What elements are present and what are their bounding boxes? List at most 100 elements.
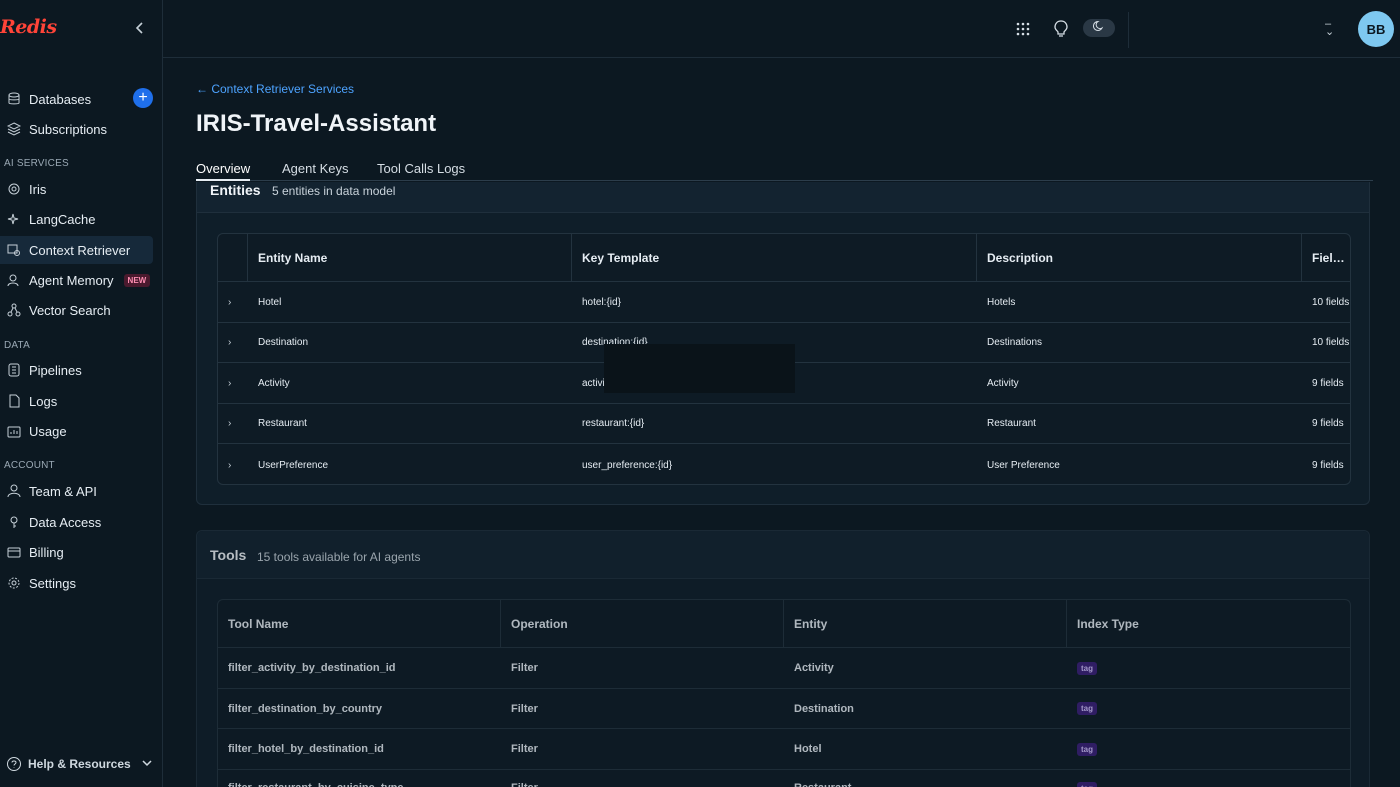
column-header-key-template[interactable]: Key Template	[572, 234, 977, 281]
operation-cell: Filter	[511, 743, 538, 755]
collapse-sidebar-icon[interactable]	[132, 18, 148, 38]
fields-cell: 9 fields	[1312, 459, 1344, 471]
tools-title: Tools	[210, 547, 247, 563]
sidebar-item-label: Subscriptions	[29, 121, 108, 137]
key-template-cell: user_preference:{id}	[582, 459, 673, 471]
table-row[interactable]: › Restaurant restaurant:{id} Restaurant …	[218, 403, 1350, 443]
breadcrumb[interactable]: ← Context Retriever Services	[196, 82, 354, 96]
table-row[interactable]: filter_activity_by_destination_id Filter…	[218, 647, 1350, 688]
fields-cell: 9 fields	[1312, 418, 1344, 429]
entities-subtitle: 5 entities in data model	[272, 184, 396, 198]
sidebar-item-label: Billing	[29, 544, 64, 560]
sidebar-item-label: Iris	[29, 181, 47, 197]
fields-cell: 10 fields	[1312, 337, 1350, 348]
sidebar-item-label: Settings	[29, 575, 76, 591]
fields-cell: 9 fields	[1312, 377, 1344, 389]
column-header-tool-name[interactable]: Tool Name	[218, 600, 501, 647]
column-header-entity-name[interactable]: Entity Name	[248, 234, 572, 281]
entity-cell: Destination	[794, 702, 854, 715]
account-chevron-icon[interactable]: – ⌄	[1325, 19, 1334, 38]
chevron-down-icon	[141, 757, 153, 772]
entity-cell: Hotel	[794, 743, 822, 755]
lightbulb-icon[interactable]	[1050, 18, 1072, 40]
column-header-description[interactable]: Description	[977, 234, 1302, 281]
sidebar-item-label: Data Access	[29, 514, 102, 530]
tab-agent-keys[interactable]: Agent Keys	[282, 161, 349, 181]
chevron-right-icon[interactable]: ›	[228, 444, 231, 484]
sidebar: Redis Databases + Subscriptions AI SERVI…	[0, 0, 163, 787]
column-header-index-type[interactable]: Index Type	[1067, 600, 1350, 647]
sidebar-item-iris[interactable]: Iris	[0, 175, 153, 203]
tools-table: Tool Name Operation Entity Index Type fi…	[217, 599, 1351, 787]
column-header-operation[interactable]: Operation	[501, 600, 784, 647]
gear-icon	[6, 575, 22, 591]
sidebar-item-label: Databases	[29, 91, 92, 107]
tag-badge: tag	[1077, 742, 1097, 756]
database-icon	[6, 91, 22, 107]
sidebar-item-usage[interactable]: Usage	[0, 417, 153, 445]
table-row[interactable]: › UserPreference user_preference:{id} Us…	[218, 443, 1350, 484]
theme-toggle[interactable]	[1083, 19, 1115, 37]
sidebar-item-settings[interactable]: Settings	[0, 569, 153, 597]
billing-icon	[6, 544, 22, 560]
chevron-right-icon[interactable]: ›	[228, 404, 231, 443]
index-type-cell: tag	[1067, 770, 1097, 787]
tab-tool-calls-logs[interactable]: Tool Calls Logs	[377, 161, 465, 181]
chevron-right-icon[interactable]: ›	[228, 323, 231, 362]
sidebar-item-logs[interactable]: Logs	[0, 387, 153, 415]
avatar[interactable]: BB	[1358, 11, 1394, 47]
add-database-button[interactable]: +	[133, 88, 153, 108]
sidebar-item-label: Vector Search	[29, 302, 111, 318]
sidebar-item-label: LangCache	[29, 211, 96, 227]
table-row[interactable]: filter_destination_by_country Filter Des…	[218, 688, 1350, 728]
table-row[interactable]: filter_restaurant_by_cuisine_type Filter…	[218, 769, 1350, 787]
sidebar-item-subscriptions[interactable]: Subscriptions	[0, 115, 153, 143]
moon-icon	[1092, 19, 1105, 37]
column-header-entity[interactable]: Entity	[784, 600, 1067, 647]
vector-search-icon	[6, 302, 22, 318]
help-resources-menu[interactable]: Help & Resources	[0, 752, 163, 776]
tool-name-cell: filter_hotel_by_destination_id	[228, 743, 384, 755]
apps-grid-icon[interactable]	[1012, 18, 1034, 40]
chevron-right-icon[interactable]: ›	[228, 282, 231, 322]
entity-name-cell: Hotel	[258, 296, 282, 308]
help-icon	[6, 756, 22, 772]
sidebar-item-langcache[interactable]: LangCache	[0, 205, 153, 233]
fields-cell: 10 fields	[1312, 296, 1350, 308]
sidebar-item-label: Team & API	[29, 483, 97, 499]
topbar-divider	[1128, 12, 1129, 48]
redaction-box	[604, 344, 795, 393]
tag-badge: tag	[1077, 782, 1097, 787]
sidebar-item-agent-memory[interactable]: Agent Memory NEW	[0, 266, 153, 294]
tab-overview[interactable]: Overview	[196, 161, 251, 181]
sidebar-item-pipelines[interactable]: Pipelines	[0, 356, 153, 384]
sidebar-item-context-retriever[interactable]: Context Retriever	[0, 236, 153, 264]
layers-icon	[6, 121, 22, 137]
pipelines-icon	[6, 362, 22, 378]
description-cell: Restaurant	[987, 418, 1036, 429]
tool-name-cell: filter_restaurant_by_cuisine_type	[218, 770, 403, 787]
sidebar-item-vector-search[interactable]: Vector Search	[0, 296, 153, 324]
sidebar-item-data-access[interactable]: Data Access	[0, 508, 153, 536]
expand-column-header	[218, 234, 248, 281]
index-type-cell: tag	[1067, 648, 1097, 688]
operation-cell: Filter	[511, 662, 538, 674]
section-account: ACCOUNT	[4, 460, 55, 471]
chevron-right-icon[interactable]: ›	[228, 363, 231, 403]
index-type-cell: tag	[1067, 729, 1097, 769]
entity-name-cell: UserPreference	[258, 459, 329, 471]
sidebar-item-label: Logs	[29, 393, 58, 409]
table-row[interactable]: filter_hotel_by_destination_id Filter Ho…	[218, 728, 1350, 769]
key-template-cell: restaurant:{id}	[582, 418, 645, 429]
sidebar-item-databases[interactable]: Databases	[0, 85, 153, 113]
sidebar-item-billing[interactable]: Billing	[0, 538, 153, 566]
description-cell: User Preference	[987, 459, 1060, 471]
entities-header: Entities 5 entities in data model	[197, 182, 1369, 213]
entity-cell: Restaurant	[784, 770, 851, 787]
sidebar-item-team-api[interactable]: Team & API	[0, 477, 153, 505]
column-header-fields[interactable]: Fiel…	[1302, 234, 1350, 281]
entity-name-cell: Destination	[258, 337, 309, 348]
description-cell: Hotels	[987, 296, 1016, 308]
redis-logo[interactable]: Redis	[0, 16, 57, 38]
table-row[interactable]: › Hotel hotel:{id} Hotels 10 fields	[218, 281, 1350, 322]
